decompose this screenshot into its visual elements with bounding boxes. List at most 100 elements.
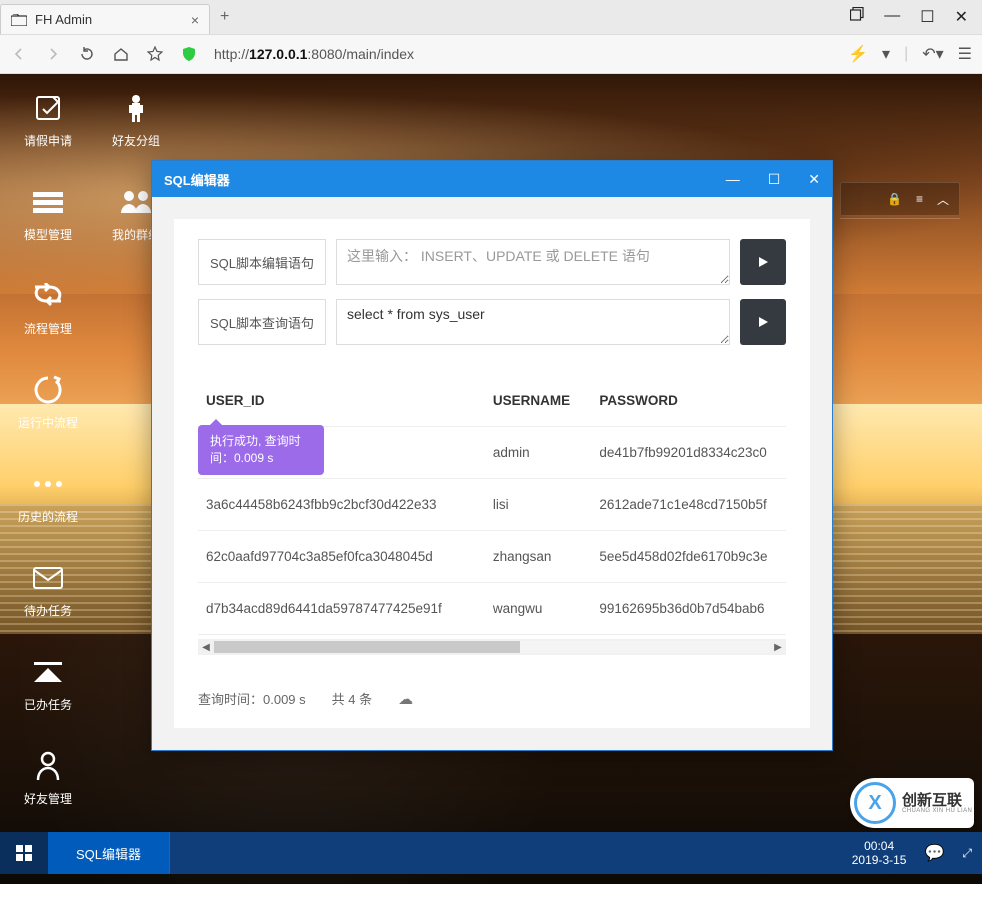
tab-close-icon[interactable]: × bbox=[191, 12, 199, 28]
maximize-icon[interactable]: ☐ bbox=[920, 7, 934, 27]
minimize-icon[interactable]: — bbox=[884, 7, 900, 27]
cell-user-id: 3a6c44458b6243fbb9c2bcf30d422e33 bbox=[198, 479, 485, 531]
win-close-icon[interactable]: ✕ bbox=[808, 171, 820, 188]
friend-mgmt-icon bbox=[35, 746, 61, 786]
tray-chat-icon[interactable]: 💬 bbox=[924, 843, 944, 863]
sql-edit-textarea[interactable] bbox=[336, 239, 730, 285]
background-panel-header: 🔒 ≡ ︿ bbox=[840, 182, 960, 216]
result-table-wrapper: USER_ID USERNAME PASSWORD adminde41b7fb9… bbox=[198, 375, 786, 655]
start-button[interactable] bbox=[0, 832, 48, 874]
desktop-area: 请假申请好友分组模型管理我的群组流程管理运行中流程历史的流程待办任务已办任务好友… bbox=[0, 74, 982, 874]
sql-query-textarea[interactable] bbox=[336, 299, 730, 345]
scroll-thumb[interactable] bbox=[214, 641, 520, 653]
desktop-icon-friend-mgmt[interactable]: 好友管理 bbox=[4, 746, 92, 840]
sql-editor-window: SQL编辑器 — ☐ ✕ SQL脚本编辑语句 SQL脚本查询语句 bbox=[151, 160, 833, 751]
tray-expand-icon[interactable]: ⤢ bbox=[962, 846, 972, 861]
cell-password: 2612ade71c1e48cd7150b5f bbox=[591, 479, 786, 531]
nav-home-icon[interactable] bbox=[112, 45, 130, 63]
desktop-icon-label: 运行中流程 bbox=[18, 414, 78, 431]
th-username: USERNAME bbox=[485, 375, 592, 427]
tab-favicon bbox=[11, 13, 27, 27]
query-time-text: 查询时间：0.009 s bbox=[198, 689, 306, 708]
url-field[interactable]: http://127.0.0.1:8080/main/index bbox=[214, 46, 832, 62]
browser-tab-bar: FH Admin × + — ☐ ✕ bbox=[0, 0, 982, 34]
desktop-icon-label: 请假申请 bbox=[24, 132, 72, 149]
undo-dropdown-icon[interactable]: ↶▾ bbox=[922, 44, 943, 64]
desktop-icon-label: 模型管理 bbox=[24, 226, 72, 243]
desktop-icon-label: 好友分组 bbox=[112, 132, 160, 149]
chevron-down-icon[interactable]: ▾ bbox=[882, 44, 890, 64]
cell-user-id: 62c0aafd97704c3a85ef0fca3048045d bbox=[198, 531, 485, 583]
desktop-icon-done-tasks[interactable]: 已办任务 bbox=[4, 652, 92, 746]
th-user-id: USER_ID bbox=[198, 375, 485, 427]
result-table: USER_ID USERNAME PASSWORD adminde41b7fb9… bbox=[198, 375, 786, 635]
window-controls: — ☐ ✕ bbox=[850, 7, 982, 27]
taskbar: SQL编辑器 00:04 2019-3-15 💬 ⤢ bbox=[0, 832, 982, 874]
sql-editor-title: SQL编辑器 bbox=[164, 170, 726, 189]
cell-username: wangwu bbox=[485, 583, 592, 635]
cloud-icon[interactable]: ☁ bbox=[398, 690, 413, 708]
desktop-icon-label: 已办任务 bbox=[24, 696, 72, 713]
nav-forward-icon[interactable] bbox=[44, 45, 62, 63]
brand-watermark: X 创新互联 CHUANG XIN HU LIAN bbox=[850, 778, 974, 828]
sql-edit-label: SQL脚本编辑语句 bbox=[198, 239, 326, 285]
tabs-overview-icon[interactable] bbox=[850, 7, 864, 27]
desktop-icon-label: 待办任务 bbox=[24, 602, 72, 619]
todo-tasks-icon bbox=[33, 558, 63, 598]
browser-tab[interactable]: FH Admin × bbox=[0, 4, 210, 34]
desktop-icon-label: 历史的流程 bbox=[18, 508, 78, 525]
table-row[interactable]: d7b34acd89d6441da59787477425e91fwangwu99… bbox=[198, 583, 786, 635]
nav-back-icon[interactable] bbox=[10, 45, 28, 63]
horizontal-scrollbar[interactable]: ◀ ▶ bbox=[198, 639, 786, 655]
run-query-button[interactable] bbox=[740, 299, 786, 345]
desktop-icon-todo-tasks[interactable]: 待办任务 bbox=[4, 558, 92, 652]
desktop-icon-model-mgmt[interactable]: 模型管理 bbox=[4, 182, 92, 276]
desktop-icon-label: 流程管理 bbox=[24, 320, 72, 337]
cell-username: admin bbox=[485, 427, 592, 479]
friend-groups-icon bbox=[123, 88, 149, 128]
taskbar-clock[interactable]: 00:04 2019-3-15 bbox=[852, 839, 907, 868]
address-bar: http://127.0.0.1:8080/main/index ⚡ ▾ | ↶… bbox=[0, 34, 982, 74]
tab-title: FH Admin bbox=[35, 12, 191, 27]
process-mgmt-icon bbox=[33, 276, 63, 316]
cell-username: lisi bbox=[485, 479, 592, 531]
desktop-icon-running-process[interactable]: 运行中流程 bbox=[4, 370, 92, 464]
win-maximize-icon[interactable]: ☐ bbox=[768, 171, 781, 188]
table-row[interactable]: 3a6c44458b6243fbb9c2bcf30d422e33lisi2612… bbox=[198, 479, 786, 531]
desktop-icon-history-process[interactable]: 历史的流程 bbox=[4, 464, 92, 558]
close-icon[interactable]: ✕ bbox=[955, 7, 968, 27]
scroll-left-icon[interactable]: ◀ bbox=[198, 642, 214, 653]
menu-icon[interactable]: ☰ bbox=[958, 44, 972, 64]
desktop-icon-label: 好友管理 bbox=[24, 790, 72, 807]
new-tab-button[interactable]: + bbox=[220, 8, 229, 26]
row-count-text: 共 4 条 bbox=[332, 689, 372, 708]
sql-editor-titlebar[interactable]: SQL编辑器 — ☐ ✕ bbox=[152, 161, 832, 197]
nav-favorite-icon[interactable] bbox=[146, 45, 164, 63]
list-icon[interactable]: ≡ bbox=[916, 192, 923, 206]
desktop-icon-leave-request[interactable]: 请假申请 bbox=[4, 88, 92, 182]
taskbar-item-sql-editor[interactable]: SQL编辑器 bbox=[48, 832, 170, 874]
leave-request-icon bbox=[33, 88, 63, 128]
cell-password: 5ee5d458d02fde6170b9c3e bbox=[591, 531, 786, 583]
my-groups-icon bbox=[119, 182, 153, 222]
table-row[interactable]: 62c0aafd97704c3a85ef0fca3048045dzhangsan… bbox=[198, 531, 786, 583]
collapse-up-icon[interactable]: ︿ bbox=[937, 191, 949, 208]
brand-sub: CHUANG XIN HU LIAN bbox=[902, 808, 972, 814]
run-edit-button[interactable] bbox=[740, 239, 786, 285]
security-shield-icon[interactable] bbox=[180, 45, 198, 63]
done-tasks-icon bbox=[33, 652, 63, 692]
model-mgmt-icon bbox=[33, 182, 63, 222]
bolt-icon[interactable]: ⚡ bbox=[848, 44, 868, 64]
scroll-right-icon[interactable]: ▶ bbox=[770, 642, 786, 653]
result-footer: 查询时间：0.009 s 共 4 条 ☁ bbox=[198, 689, 786, 708]
brand-name: 创新互联 bbox=[902, 793, 972, 808]
cell-password: de41b7fb99201d8334c23c0 bbox=[591, 427, 786, 479]
cell-username: zhangsan bbox=[485, 531, 592, 583]
sql-query-label: SQL脚本查询语句 bbox=[198, 299, 326, 345]
win-minimize-icon[interactable]: — bbox=[726, 171, 740, 188]
running-process-icon bbox=[33, 370, 63, 410]
nav-reload-icon[interactable] bbox=[78, 45, 96, 63]
cell-user-id: d7b34acd89d6441da59787477425e91f bbox=[198, 583, 485, 635]
desktop-icon-process-mgmt[interactable]: 流程管理 bbox=[4, 276, 92, 370]
lock-icon[interactable]: 🔒 bbox=[887, 192, 902, 206]
